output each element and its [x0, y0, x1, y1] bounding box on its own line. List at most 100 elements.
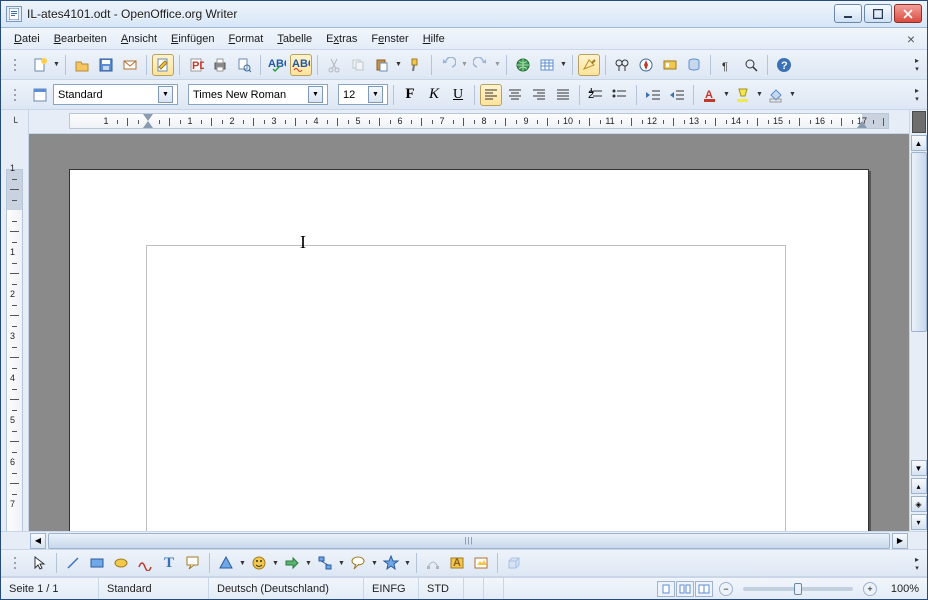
- points-edit-button[interactable]: [422, 552, 444, 574]
- scroll-up-button[interactable]: ▲: [911, 135, 927, 151]
- stars-dropdown[interactable]: ▼: [404, 552, 411, 574]
- horizontal-scroll-track[interactable]: |||: [48, 533, 890, 549]
- selection-arrow-button[interactable]: [29, 552, 51, 574]
- dropdown-arrow-icon[interactable]: ▼: [368, 86, 383, 103]
- page[interactable]: I: [69, 169, 869, 531]
- symbol-shapes-dropdown[interactable]: ▼: [272, 552, 279, 574]
- window-close-button[interactable]: [894, 4, 922, 23]
- auto-spellcheck-button[interactable]: ABC: [290, 54, 312, 76]
- stars-button[interactable]: [380, 552, 402, 574]
- horizontal-ruler[interactable]: 1123456789101112131415161718: [69, 113, 889, 129]
- callouts-dropdown[interactable]: ▼: [371, 552, 378, 574]
- zoom-button[interactable]: [740, 54, 762, 76]
- block-arrows-dropdown[interactable]: ▼: [305, 552, 312, 574]
- callouts-button[interactable]: [347, 552, 369, 574]
- window-maximize-button[interactable]: [864, 4, 892, 23]
- multi-page-view-button[interactable]: [676, 581, 694, 597]
- text-frame-button[interactable]: T: [158, 552, 180, 574]
- cut-button[interactable]: [323, 54, 345, 76]
- decrease-indent-button[interactable]: [642, 84, 664, 106]
- bulleted-list-button[interactable]: [609, 84, 631, 106]
- highlight-color-dropdown[interactable]: ▼: [756, 84, 763, 106]
- previous-page-button[interactable]: ▴: [911, 478, 927, 494]
- redo-button[interactable]: [470, 54, 492, 76]
- show-draw-functions-button[interactable]: [578, 54, 600, 76]
- status-language[interactable]: Deutsch (Deutschland): [209, 578, 364, 599]
- menu-einfuegen[interactable]: Einfügen: [164, 31, 221, 47]
- bold-button[interactable]: F: [399, 84, 421, 106]
- dropdown-arrow-icon[interactable]: ▼: [158, 86, 173, 103]
- extrusion-button[interactable]: [503, 552, 525, 574]
- status-page[interactable]: Seite 1 / 1: [1, 578, 99, 599]
- text-body-frame[interactable]: [146, 245, 786, 531]
- italic-button[interactable]: K: [423, 84, 445, 106]
- nonprinting-chars-button[interactable]: ¶: [716, 54, 738, 76]
- book-view-button[interactable]: [695, 581, 713, 597]
- basic-shapes-dropdown[interactable]: ▼: [239, 552, 246, 574]
- align-left-button[interactable]: [480, 84, 502, 106]
- status-modified-indicator[interactable]: [464, 578, 484, 599]
- zoom-out-button[interactable]: −: [719, 582, 733, 596]
- copy-button[interactable]: [347, 54, 369, 76]
- highlight-color-button[interactable]: [732, 84, 754, 106]
- zoom-in-button[interactable]: +: [863, 582, 877, 596]
- menu-bearbeiten[interactable]: Bearbeiten: [47, 31, 114, 47]
- symbol-shapes-button[interactable]: [248, 552, 270, 574]
- line-tool-button[interactable]: [62, 552, 84, 574]
- toolbar-grip[interactable]: [5, 54, 27, 76]
- paragraph-style-select[interactable]: Standard ▼: [53, 84, 178, 105]
- help-button[interactable]: ?: [773, 54, 795, 76]
- menu-datei[interactable]: Datei: [7, 31, 47, 47]
- rectangle-tool-button[interactable]: [86, 552, 108, 574]
- scroll-down-button[interactable]: ▼: [911, 460, 927, 476]
- font-size-select[interactable]: 12 ▼: [338, 84, 388, 105]
- insert-table-button[interactable]: [536, 54, 558, 76]
- undo-button[interactable]: [437, 54, 459, 76]
- status-style[interactable]: Standard: [99, 578, 209, 599]
- background-color-dropdown[interactable]: ▼: [789, 84, 796, 106]
- spellcheck-button[interactable]: ABC: [266, 54, 288, 76]
- paste-button[interactable]: [371, 54, 393, 76]
- open-button[interactable]: [71, 54, 93, 76]
- zoom-slider[interactable]: [743, 587, 853, 591]
- ruler-corner[interactable]: └: [1, 110, 29, 134]
- vertical-scroll-thumb[interactable]: [911, 152, 927, 332]
- navigation-toolbox-button[interactable]: ◈: [911, 496, 927, 512]
- next-page-button[interactable]: ▾: [911, 514, 927, 530]
- vertical-scrollbar[interactable]: ▲ ▼ ▴ ◈ ▾: [909, 110, 927, 531]
- redo-dropdown[interactable]: ▼: [494, 54, 501, 76]
- fontwork-gallery-button[interactable]: A: [446, 552, 468, 574]
- edit-mode-button[interactable]: [152, 54, 174, 76]
- data-sources-button[interactable]: [683, 54, 705, 76]
- freeform-line-button[interactable]: [134, 552, 156, 574]
- format-paintbrush-button[interactable]: [404, 54, 426, 76]
- font-color-button[interactable]: A: [699, 84, 721, 106]
- numbered-list-button[interactable]: 12: [585, 84, 607, 106]
- increase-indent-button[interactable]: [666, 84, 688, 106]
- navigator-button[interactable]: [635, 54, 657, 76]
- scroll-right-button[interactable]: ▶: [892, 533, 908, 549]
- single-page-view-button[interactable]: [657, 581, 675, 597]
- menu-hilfe[interactable]: Hilfe: [416, 31, 452, 47]
- mail-button[interactable]: [119, 54, 141, 76]
- align-right-button[interactable]: [528, 84, 550, 106]
- block-arrows-button[interactable]: [281, 552, 303, 574]
- print-preview-button[interactable]: [233, 54, 255, 76]
- close-document-button[interactable]: ×: [901, 31, 921, 47]
- menu-ansicht[interactable]: Ansicht: [114, 31, 164, 47]
- toolbar-grip[interactable]: [5, 84, 27, 106]
- status-insert-mode[interactable]: EINFG: [364, 578, 419, 599]
- toolbar-overflow-button[interactable]: ▸▾: [911, 86, 923, 103]
- font-name-select[interactable]: Times New Roman ▼: [188, 84, 328, 105]
- menu-format[interactable]: Format: [221, 31, 270, 47]
- toolbar-overflow-button[interactable]: ▸▾: [911, 555, 923, 572]
- undo-dropdown[interactable]: ▼: [461, 54, 468, 76]
- menu-fenster[interactable]: Fenster: [364, 31, 415, 47]
- background-color-button[interactable]: [765, 84, 787, 106]
- menu-tabelle[interactable]: Tabelle: [270, 31, 319, 47]
- vertical-ruler[interactable]: 11234567: [6, 169, 23, 531]
- save-button[interactable]: [95, 54, 117, 76]
- font-color-dropdown[interactable]: ▼: [723, 84, 730, 106]
- window-minimize-button[interactable]: [834, 4, 862, 23]
- paste-dropdown[interactable]: ▼: [395, 54, 402, 76]
